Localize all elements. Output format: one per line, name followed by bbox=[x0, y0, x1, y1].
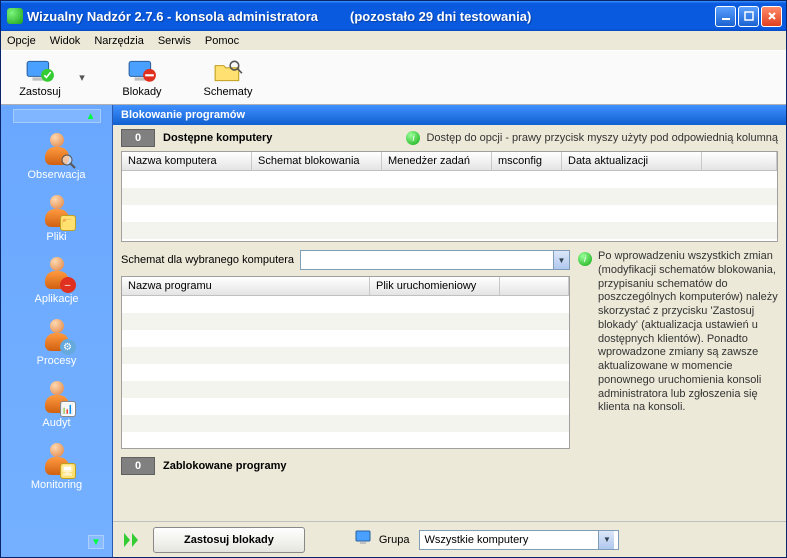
programs-grid-header: Nazwa programu Plik uruchomieniowy bbox=[122, 277, 569, 296]
menubar: Opcje Widok Narzędzia Serwis Pomoc bbox=[1, 31, 786, 51]
sidebar-item-label: Obserwacja bbox=[27, 169, 85, 181]
sidebar-item-monitoring[interactable]: 🖥 Monitoring bbox=[1, 437, 112, 499]
titlebar[interactable]: Wizualny Nadzór 2.7.6 - konsola administ… bbox=[1, 1, 786, 31]
toolbar-blokady-label: Blokady bbox=[122, 86, 161, 98]
person-chart-icon: 📊 bbox=[40, 381, 74, 415]
pane-header: Blokowanie programów bbox=[113, 105, 786, 125]
group-label: Grupa bbox=[379, 534, 410, 546]
schema-select[interactable]: ▼ bbox=[300, 250, 570, 270]
title-text: Wizualny Nadzór 2.7.6 - konsola administ… bbox=[27, 9, 715, 24]
person-magnifier-icon bbox=[40, 133, 74, 167]
toolbar-blokady[interactable]: Blokady bbox=[111, 58, 173, 98]
sidebar-item-audyt[interactable]: 📊 Audyt bbox=[1, 375, 112, 437]
toolbar: Zastosuj ▾ Blokady Schematy bbox=[1, 51, 786, 105]
person-folder-icon: 📁 bbox=[40, 195, 74, 229]
col-prog-exe[interactable]: Plik uruchomieniowy bbox=[370, 277, 500, 295]
sidebar-item-obserwacja[interactable]: Obserwacja bbox=[1, 127, 112, 189]
monitor-small-icon bbox=[355, 530, 373, 549]
computers-grid-header: Nazwa komputera Schemat blokowania Mened… bbox=[122, 152, 777, 171]
col-msconfig[interactable]: msconfig bbox=[492, 152, 562, 170]
sidebar-scroll-down[interactable]: ▼ bbox=[88, 535, 104, 549]
info-panel: i Po wprowadzeniu wszystkich zmian (mody… bbox=[578, 250, 778, 415]
col-empty bbox=[702, 152, 777, 170]
toolbar-schematy[interactable]: Schematy bbox=[197, 58, 259, 98]
chevron-down-icon: ▼ bbox=[598, 531, 614, 549]
monitor-green-icon bbox=[25, 58, 55, 84]
menu-widok[interactable]: Widok bbox=[50, 35, 81, 47]
blocked-count: 0 bbox=[121, 457, 155, 475]
col-prog-name[interactable]: Nazwa programu bbox=[122, 277, 370, 295]
menu-serwis[interactable]: Serwis bbox=[158, 35, 191, 47]
sidebar-item-label: Monitoring bbox=[31, 479, 82, 491]
schema-select-label: Schemat dla wybranego komputera bbox=[121, 254, 294, 266]
computers-grid-body[interactable] bbox=[122, 171, 777, 241]
folder-search-icon bbox=[213, 58, 243, 84]
toolbar-zastosuj-label: Zastosuj bbox=[19, 86, 61, 98]
apply-locks-label: Zastosuj blokady bbox=[184, 534, 274, 546]
group-select[interactable]: Wszystkie komputery ▼ bbox=[419, 530, 619, 550]
footer-bar: Zastosuj blokady Grupa Wszystkie kompute… bbox=[113, 521, 786, 557]
minimize-button[interactable] bbox=[715, 6, 736, 27]
info-icon: i bbox=[578, 252, 592, 266]
person-monitor-icon: 🖥 bbox=[40, 443, 74, 477]
info-text: Po wprowadzeniu wszystkich zmian (modyfi… bbox=[598, 250, 778, 415]
app-window: Wizualny Nadzór 2.7.6 - konsola administ… bbox=[0, 0, 787, 558]
toolbar-schematy-label: Schematy bbox=[204, 86, 253, 98]
programs-grid[interactable]: Nazwa programu Plik uruchomieniowy bbox=[121, 276, 570, 449]
blocked-title: Zablokowane programy bbox=[163, 460, 286, 472]
sidebar-item-pliki[interactable]: 📁 Pliki bbox=[1, 189, 112, 251]
person-block-icon: – bbox=[40, 257, 74, 291]
dropdown-arrow-icon[interactable]: ▾ bbox=[77, 63, 87, 93]
sidebar-item-label: Procesy bbox=[37, 355, 77, 367]
title-trial: (pozostało 29 dni testowania) bbox=[350, 9, 531, 24]
sidebar: ▲ Obserwacja 📁 Pliki – Aplikacje ⚙ Proce… bbox=[1, 105, 113, 557]
col-name[interactable]: Nazwa komputera bbox=[122, 152, 252, 170]
menu-pomoc[interactable]: Pomoc bbox=[205, 35, 239, 47]
main-pane: Blokowanie programów 0 Dostępne komputer… bbox=[113, 105, 786, 557]
available-hint-text: Dostęp do opcji - prawy przycisk myszy u… bbox=[426, 132, 778, 144]
sidebar-item-label: Audyt bbox=[42, 417, 70, 429]
menu-opcje[interactable]: Opcje bbox=[7, 35, 36, 47]
sidebar-item-label: Aplikacje bbox=[34, 293, 78, 305]
chevron-down-icon: ▼ bbox=[553, 251, 569, 269]
programs-grid-body[interactable] bbox=[122, 296, 569, 448]
computers-grid[interactable]: Nazwa komputera Schemat blokowania Mened… bbox=[121, 151, 778, 242]
available-section-header: 0 Dostępne komputery i Dostęp do opcji -… bbox=[113, 125, 786, 151]
available-title: Dostępne komputery bbox=[163, 132, 272, 144]
sidebar-scroll-up[interactable]: ▲ bbox=[13, 109, 101, 123]
apply-locks-button[interactable]: Zastosuj blokady bbox=[153, 527, 305, 553]
info-icon: i bbox=[406, 131, 420, 145]
col-taskmgr[interactable]: Menedżer zadań bbox=[382, 152, 492, 170]
col-update[interactable]: Data aktualizacji bbox=[562, 152, 702, 170]
person-gear-icon: ⚙ bbox=[40, 319, 74, 353]
monitor-block-icon bbox=[127, 58, 157, 84]
col-schema[interactable]: Schemat blokowania bbox=[252, 152, 382, 170]
blocked-section-header: 0 Zablokowane programy bbox=[113, 453, 786, 479]
group-value: Wszystkie komputery bbox=[424, 534, 528, 546]
toolbar-zastosuj[interactable]: Zastosuj bbox=[9, 58, 71, 98]
available-hint: i Dostęp do opcji - prawy przycisk myszy… bbox=[406, 131, 778, 145]
app-icon bbox=[7, 8, 23, 24]
maximize-button[interactable] bbox=[738, 6, 759, 27]
play-icon[interactable] bbox=[121, 530, 143, 550]
sidebar-item-label: Pliki bbox=[46, 231, 66, 243]
title-app: Wizualny Nadzór 2.7.6 - konsola administ… bbox=[27, 9, 318, 24]
sidebar-item-aplikacje[interactable]: – Aplikacje bbox=[1, 251, 112, 313]
col-prog-empty bbox=[500, 277, 569, 295]
available-count: 0 bbox=[121, 129, 155, 147]
sidebar-item-procesy[interactable]: ⚙ Procesy bbox=[1, 313, 112, 375]
menu-narzedzia[interactable]: Narzędzia bbox=[94, 35, 144, 47]
close-button[interactable] bbox=[761, 6, 782, 27]
